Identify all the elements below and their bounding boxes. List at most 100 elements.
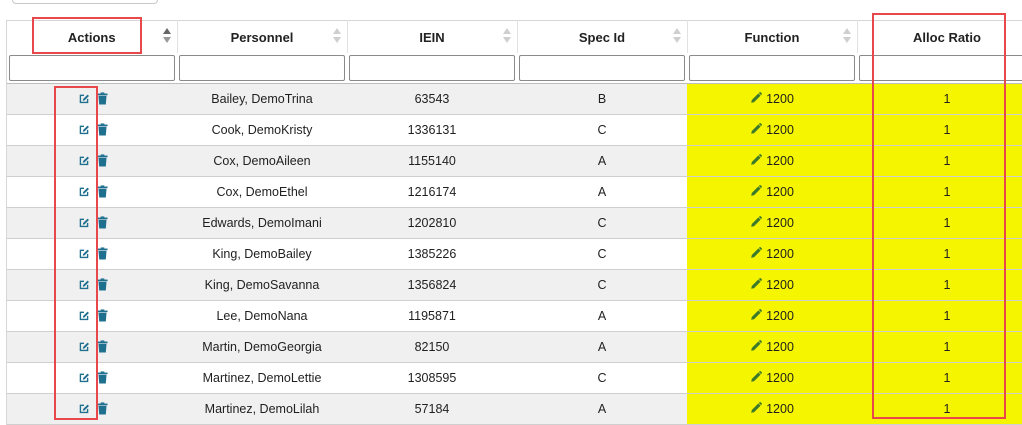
cell-actions	[7, 269, 177, 301]
pencil-icon[interactable]	[750, 401, 763, 414]
pencil-icon[interactable]	[750, 91, 763, 104]
cell-function[interactable]: 1200	[687, 238, 857, 270]
toolbar-control-edge[interactable]	[12, 0, 158, 4]
cell-spec-id: C	[517, 238, 687, 270]
filter-spec-id-input[interactable]	[519, 55, 685, 81]
cell-personnel: King, DemoBailey	[177, 238, 347, 270]
filter-alloc-ratio-input[interactable]	[859, 55, 1022, 81]
cell-function-value: 1200	[766, 278, 794, 292]
filter-iein-input[interactable]	[349, 55, 515, 81]
filter-personnel-input[interactable]	[179, 55, 345, 81]
trash-icon[interactable]	[96, 370, 108, 384]
cell-actions	[7, 176, 177, 208]
personnel-table: Actions Personnel IEIN Spec Id Function	[7, 20, 1022, 425]
edit-icon[interactable]	[78, 154, 90, 167]
cell-function[interactable]: 1200	[687, 207, 857, 239]
pencil-icon[interactable]	[750, 215, 763, 228]
cell-function-value: 1200	[766, 340, 794, 354]
pencil-icon[interactable]	[750, 122, 763, 135]
sort-icon[interactable]	[332, 27, 343, 45]
edit-icon[interactable]	[78, 216, 90, 229]
cell-function[interactable]: 1200	[687, 269, 857, 301]
trash-icon[interactable]	[96, 277, 108, 291]
filter-function-input[interactable]	[689, 55, 855, 81]
sort-icon[interactable]	[672, 27, 683, 45]
cell-actions	[7, 207, 177, 239]
edit-icon[interactable]	[78, 92, 90, 105]
cell-function[interactable]: 1200	[687, 145, 857, 177]
table-row: Martinez, DemoLettie 1308595 C 1200 1	[7, 362, 1022, 394]
trash-icon[interactable]	[96, 91, 108, 105]
cell-personnel: Edwards, DemoImani	[177, 207, 347, 239]
col-header-spec-id[interactable]: Spec Id	[517, 20, 688, 53]
trash-icon[interactable]	[96, 308, 108, 322]
cell-function-value: 1200	[766, 154, 794, 168]
header-row: Actions Personnel IEIN Spec Id Function	[7, 20, 1022, 53]
edit-icon[interactable]	[78, 123, 90, 136]
cell-alloc-ratio: 1	[857, 269, 1022, 301]
table-row: Cox, DemoAileen 1155140 A 1200 1	[7, 145, 1022, 177]
col-header-label: Actions	[67, 29, 116, 45]
sort-icon[interactable]	[502, 27, 513, 45]
cell-iein: 57184	[347, 393, 517, 425]
cell-iein: 1216174	[347, 176, 517, 208]
cell-personnel: Cox, DemoAileen	[177, 145, 347, 177]
cell-spec-id: C	[517, 362, 687, 394]
col-header-iein[interactable]: IEIN	[347, 20, 518, 53]
cell-function[interactable]: 1200	[687, 300, 857, 332]
edit-icon[interactable]	[78, 371, 90, 384]
cell-function-value: 1200	[766, 371, 794, 385]
pencil-icon[interactable]	[750, 339, 763, 352]
edit-icon[interactable]	[78, 185, 90, 198]
trash-icon[interactable]	[96, 153, 108, 167]
pencil-icon[interactable]	[750, 184, 763, 197]
cell-iein: 1336131	[347, 114, 517, 146]
trash-icon[interactable]	[96, 215, 108, 229]
col-header-personnel[interactable]: Personnel	[177, 20, 348, 53]
cell-function[interactable]: 1200	[687, 176, 857, 208]
cell-alloc-ratio: 1	[857, 145, 1022, 177]
trash-icon[interactable]	[96, 184, 108, 198]
cell-personnel: Martinez, DemoLilah	[177, 393, 347, 425]
edit-icon[interactable]	[78, 247, 90, 260]
cell-actions	[7, 238, 177, 270]
cell-iein: 1202810	[347, 207, 517, 239]
trash-icon[interactable]	[96, 339, 108, 353]
col-header-function[interactable]: Function	[687, 20, 858, 53]
sort-icon[interactable]	[842, 27, 853, 45]
cell-personnel: King, DemoSavanna	[177, 269, 347, 301]
pencil-icon[interactable]	[750, 153, 763, 166]
table-row: Cox, DemoEthel 1216174 A 1200 1	[7, 176, 1022, 208]
trash-icon[interactable]	[96, 246, 108, 260]
edit-icon[interactable]	[78, 309, 90, 322]
trash-icon[interactable]	[96, 401, 108, 415]
cell-personnel: Martin, DemoGeorgia	[177, 331, 347, 363]
edit-icon[interactable]	[78, 402, 90, 415]
col-header-alloc-ratio[interactable]: Alloc Ratio	[857, 20, 1022, 53]
cell-alloc-ratio: 1	[857, 393, 1022, 425]
cell-alloc-ratio: 1	[857, 114, 1022, 146]
edit-icon[interactable]	[78, 278, 90, 291]
cell-function[interactable]: 1200	[687, 362, 857, 394]
trash-icon[interactable]	[96, 122, 108, 136]
edit-icon[interactable]	[78, 340, 90, 353]
cell-function[interactable]: 1200	[687, 393, 857, 425]
sort-icon[interactable]	[162, 27, 173, 45]
cell-iein: 1195871	[347, 300, 517, 332]
cell-function[interactable]: 1200	[687, 331, 857, 363]
pencil-icon[interactable]	[750, 277, 763, 290]
cell-function[interactable]: 1200	[687, 114, 857, 146]
cell-spec-id: A	[517, 331, 687, 363]
filter-actions-input[interactable]	[9, 55, 175, 81]
cell-spec-id: A	[517, 176, 687, 208]
cell-iein: 82150	[347, 331, 517, 363]
cell-function[interactable]: 1200	[687, 83, 857, 115]
col-header-actions[interactable]: Actions	[7, 20, 178, 53]
cell-spec-id: A	[517, 300, 687, 332]
cell-alloc-ratio: 1	[857, 83, 1022, 115]
pencil-icon[interactable]	[750, 370, 763, 383]
pencil-icon[interactable]	[750, 246, 763, 259]
cell-actions	[7, 83, 177, 115]
cell-iein: 1385226	[347, 238, 517, 270]
pencil-icon[interactable]	[750, 308, 763, 321]
